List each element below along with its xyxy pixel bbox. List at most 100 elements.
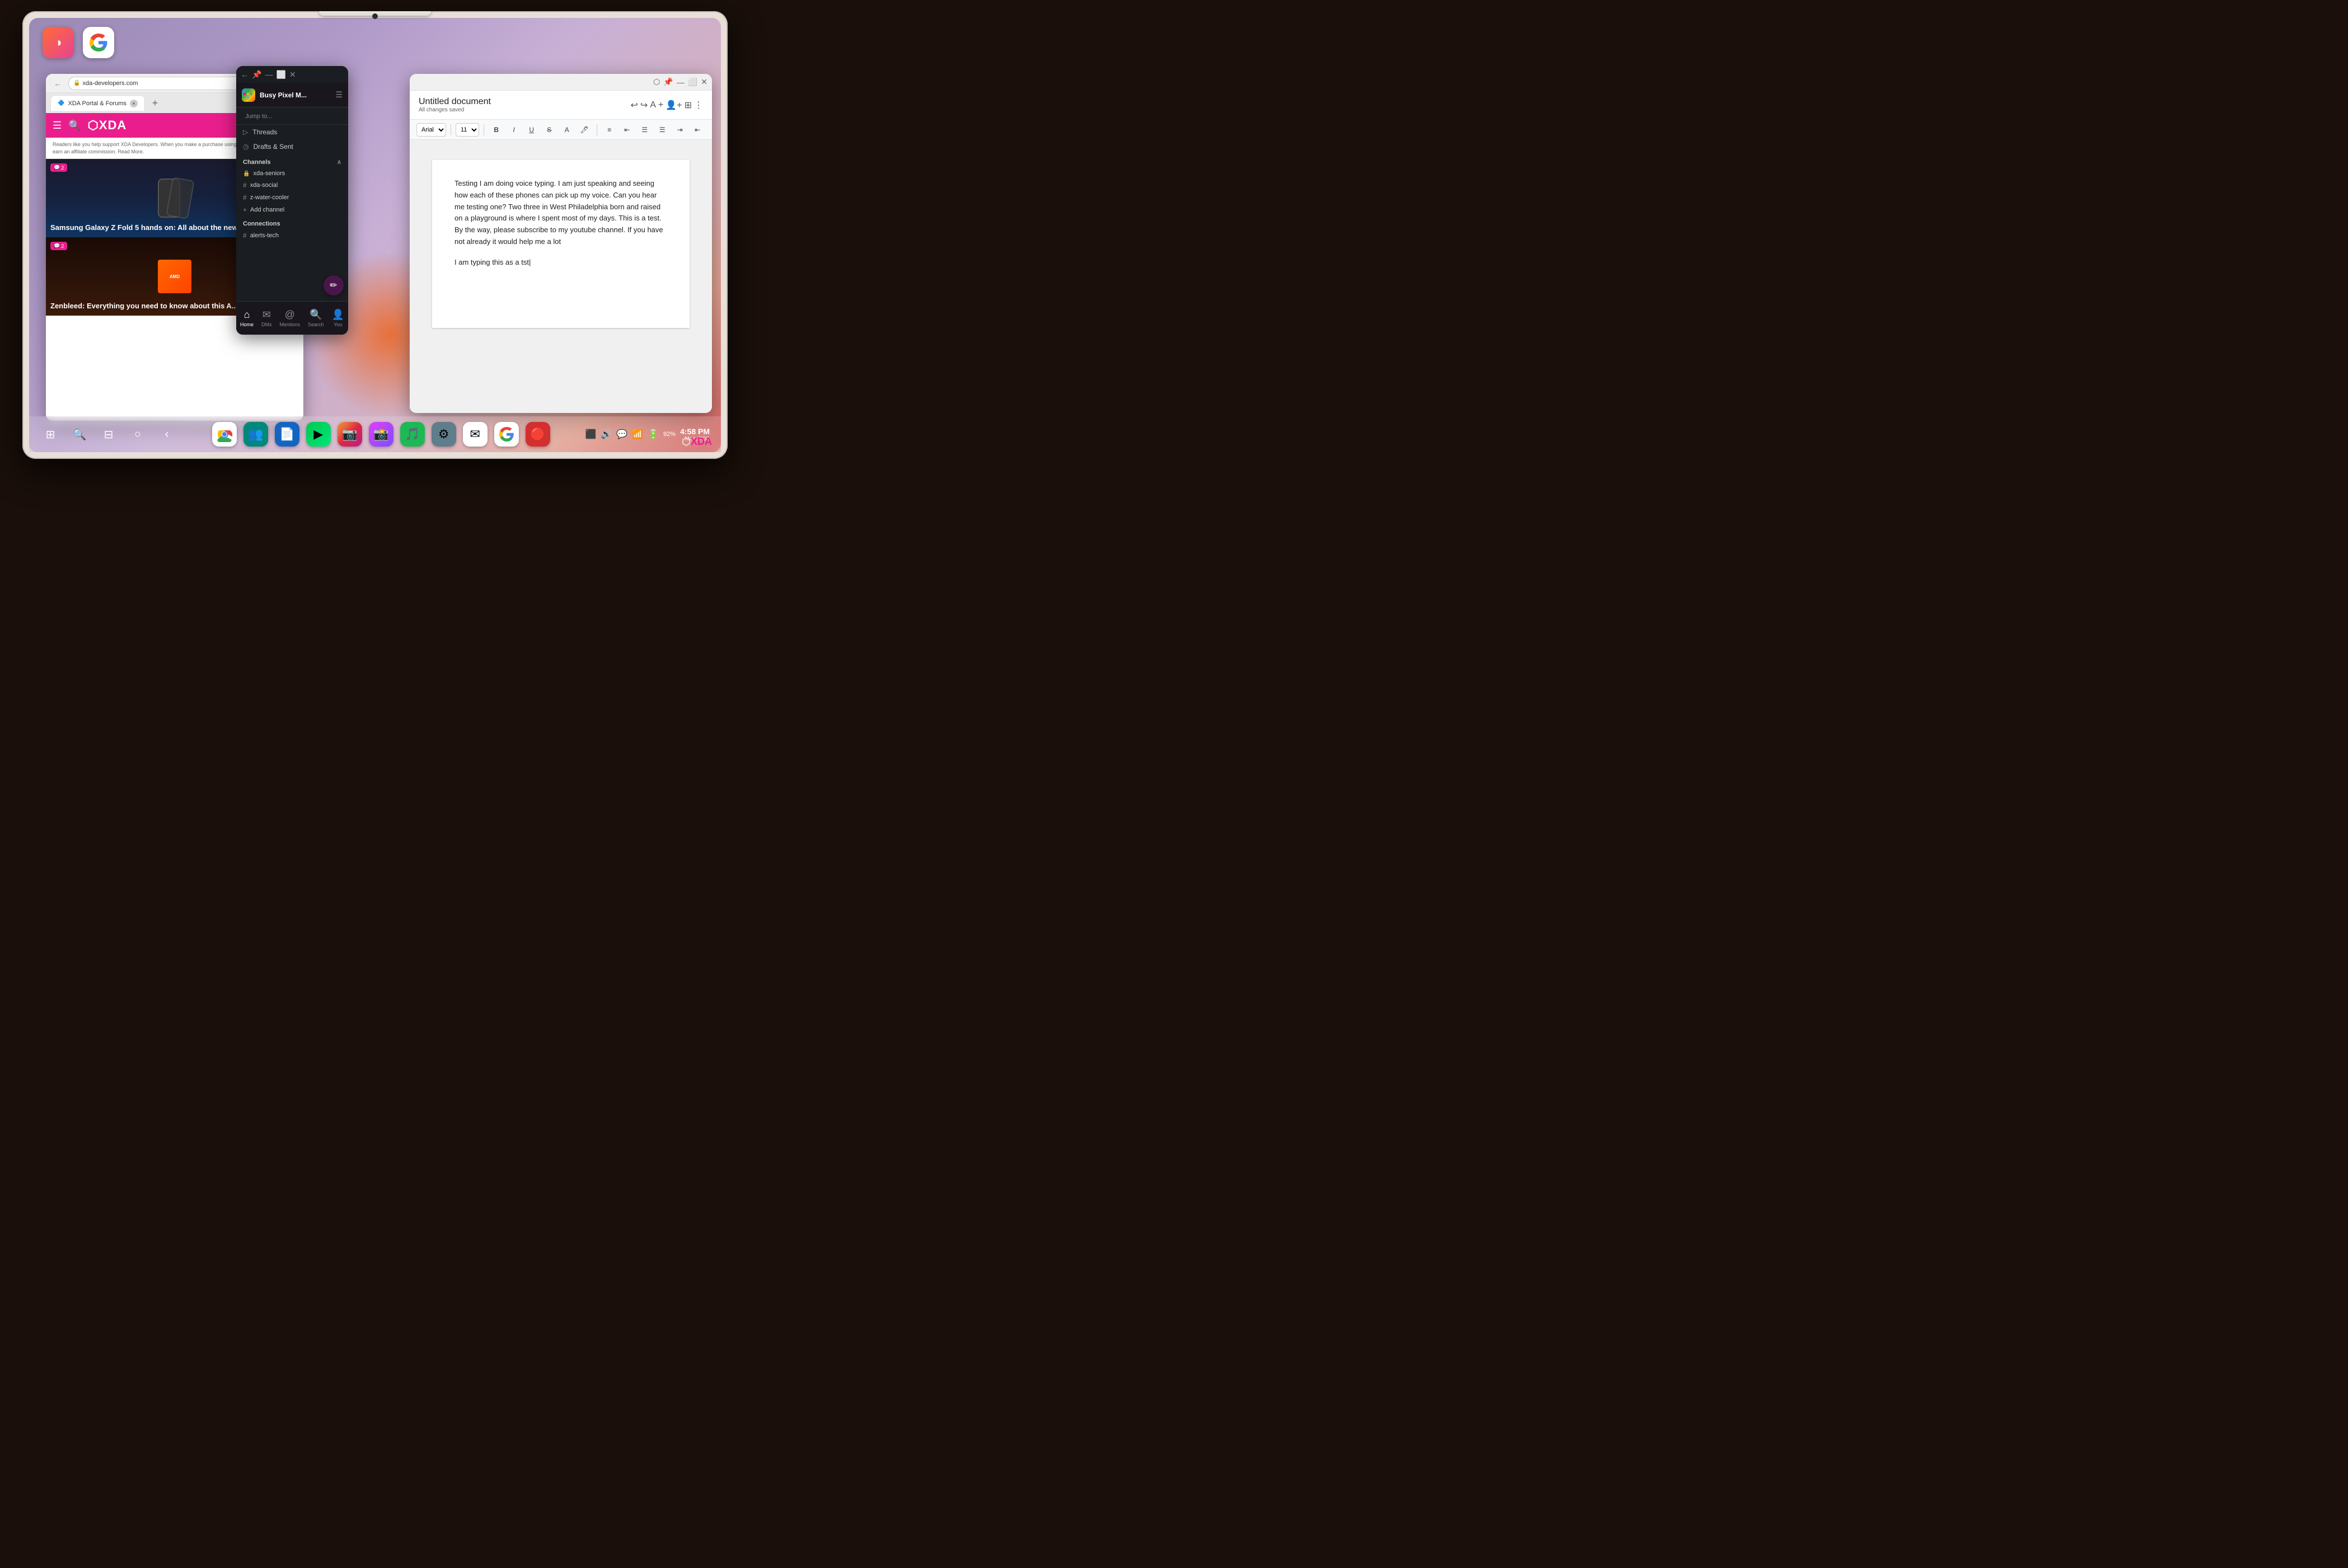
- add-channel-button[interactable]: + Add channel: [236, 204, 348, 216]
- back-icon[interactable]: ←: [241, 70, 249, 79]
- tablet: ◑ ← 🔒 xda-developers.com ⊞: [22, 11, 728, 459]
- slack-home-nav[interactable]: ⌂ Home: [240, 309, 254, 327]
- photo-app-icon[interactable]: 📸: [369, 422, 393, 447]
- indent-more-button[interactable]: ⇥: [672, 122, 688, 138]
- volume-icon[interactable]: 🔊: [601, 429, 612, 440]
- slack-window: ← 📌 — ⬜ ✕ Busy Pixel M... ☰: [236, 66, 348, 335]
- tab-close-button[interactable]: ×: [130, 100, 138, 107]
- gmail-app-icon[interactable]: ✉: [463, 422, 488, 447]
- slack-threads-item[interactable]: ▷ Threads: [236, 125, 348, 139]
- channel-name: xda-social: [250, 182, 278, 189]
- highlight-button[interactable]: 🖊: [577, 122, 592, 138]
- docs-header-actions: ↩ ↪ A + 👤+ ⊞ ⋮: [631, 100, 704, 111]
- browser-back-button[interactable]: ←: [51, 78, 64, 89]
- battery-icon[interactable]: 🔋: [648, 429, 659, 440]
- docs-paragraph-2: I am typing this as a tst: [454, 257, 667, 269]
- pin-icon[interactable]: 📌: [252, 70, 261, 79]
- slack-menu-icon[interactable]: ☰: [335, 90, 343, 100]
- slack-dms-nav[interactable]: ✉ DMs: [261, 309, 272, 327]
- bold-button[interactable]: B: [489, 122, 504, 138]
- slack-titlebar: ← 📌 — ⬜ ✕: [236, 66, 348, 83]
- time-display: 4:58 PM: [680, 427, 710, 436]
- mentions-label: Mentions: [280, 322, 301, 327]
- arc-browser-icon[interactable]: ◑: [43, 27, 74, 58]
- slack-mentions-nav[interactable]: @ Mentions: [280, 309, 301, 327]
- browser-tab-active[interactable]: 🔷 XDA Portal & Forums ×: [50, 95, 145, 111]
- slack-channel-xda-seniors[interactable]: 🔒 xda-seniors: [236, 168, 348, 179]
- strikethrough-button[interactable]: S: [541, 122, 557, 138]
- docs-paragraph-1: Testing I am doing voice typing. I am ju…: [454, 178, 667, 248]
- docs-app-icon[interactable]: 📄: [275, 422, 299, 447]
- new-tab-button[interactable]: +: [147, 95, 163, 111]
- underline-button[interactable]: U: [524, 122, 540, 138]
- font-size-select[interactable]: 11: [456, 123, 479, 137]
- play-app-icon[interactable]: ▶: [306, 422, 331, 447]
- chrome-app-icon[interactable]: [212, 422, 237, 447]
- slack-drafts-item[interactable]: ◷ Drafts & Sent: [236, 139, 348, 154]
- docs-close-icon[interactable]: ✕: [701, 77, 707, 87]
- recents-icon[interactable]: ⊟: [99, 424, 119, 444]
- docs-titlebar: ⬡ 📌 — ⬜ ✕: [410, 74, 712, 91]
- back-icon[interactable]: ‹: [157, 424, 177, 444]
- docs-resize-icon[interactable]: ⬜: [688, 77, 697, 87]
- app-drawer-icon[interactable]: ⊞: [40, 424, 60, 444]
- docs-pin-icon[interactable]: 📌: [663, 77, 673, 87]
- more-icon[interactable]: ⋮: [694, 100, 703, 111]
- instagram-app-icon[interactable]: 📷: [338, 422, 362, 447]
- layout-icon[interactable]: ⊞: [685, 100, 692, 111]
- text-color-button[interactable]: A: [559, 122, 575, 138]
- redo-icon[interactable]: ↪: [640, 100, 648, 111]
- taskbar-left-controls: ⊞ 🔍 ⊟ ○ ‹: [40, 424, 177, 444]
- hamburger-icon[interactable]: ☰: [53, 120, 62, 132]
- docs-window: ⬡ 📌 — ⬜ ✕ Untitled document All changes …: [410, 74, 712, 413]
- numbered-list-button[interactable]: ☰: [654, 122, 670, 138]
- slack-bottom-nav: ⌂ Home ✉ DMs @ Mentions 🔍 Search 👤 Y: [236, 301, 348, 335]
- align-button[interactable]: ≡: [602, 122, 617, 138]
- compose-button[interactable]: ✏: [324, 275, 344, 295]
- red-app-icon[interactable]: 🔴: [526, 422, 550, 447]
- slack-connection-alerts[interactable]: # alerts-tech: [236, 229, 348, 242]
- slack-channel-xda-social[interactable]: # xda-social: [236, 179, 348, 191]
- settings-app-icon[interactable]: ⚙: [432, 422, 456, 447]
- channels-collapse-icon[interactable]: ∧: [337, 158, 341, 166]
- screen-record-icon[interactable]: ⬛: [585, 429, 596, 440]
- screen: ◑ ← 🔒 xda-developers.com ⊞: [29, 18, 721, 452]
- search-taskbar-icon[interactable]: 🔍: [69, 424, 90, 444]
- slack-you-nav[interactable]: 👤 You: [332, 309, 344, 327]
- close-icon[interactable]: ✕: [289, 70, 296, 79]
- slack-workspace-title: Busy Pixel M...: [260, 91, 331, 99]
- dms-icon: ✉: [263, 309, 271, 321]
- font-size-icon[interactable]: A: [650, 100, 656, 110]
- indent-less-button[interactable]: ⇤: [619, 122, 635, 138]
- slack-channel-z-water-cooler[interactable]: # z-water-cooler: [236, 191, 348, 204]
- slack-jump-to[interactable]: Jump to...: [241, 111, 276, 122]
- add-icon[interactable]: +: [658, 100, 663, 110]
- share-icon[interactable]: 👤+: [665, 100, 682, 111]
- channel-name: z-water-cooler: [250, 194, 289, 201]
- spotify-app-icon[interactable]: 🎵: [400, 422, 425, 447]
- docs-minimize-icon[interactable]: —: [677, 78, 685, 87]
- google-app-icon[interactable]: [494, 422, 519, 447]
- resize-icon[interactable]: ⬜: [276, 70, 285, 79]
- minimize-icon[interactable]: —: [265, 70, 273, 79]
- slack-search-nav[interactable]: 🔍 Search: [308, 309, 324, 327]
- undo-icon[interactable]: ↩: [631, 100, 638, 111]
- wifi-icon[interactable]: 📶: [632, 429, 643, 440]
- search-nav-icon[interactable]: 🔍: [68, 120, 81, 132]
- chat-bubbles-icon[interactable]: 💬: [616, 429, 627, 440]
- drafts-label: Drafts & Sent: [253, 143, 293, 151]
- meet-app-icon[interactable]: 👥: [243, 422, 268, 447]
- docs-content-area[interactable]: Testing I am doing voice typing. I am ju…: [432, 160, 690, 328]
- home-icon[interactable]: ○: [128, 424, 148, 444]
- hash-icon: #: [243, 181, 247, 189]
- outdent-button[interactable]: ⇤: [690, 122, 705, 138]
- docs-copy-icon[interactable]: ⬡: [653, 77, 660, 87]
- docs-title-area: Untitled document All changes saved: [419, 97, 624, 113]
- google-icon[interactable]: [83, 27, 114, 58]
- lock-icon: 🔒: [243, 171, 250, 177]
- italic-button[interactable]: I: [506, 122, 522, 138]
- hash-icon: #: [243, 232, 247, 240]
- bullet-list-button[interactable]: ☰: [637, 122, 653, 138]
- font-family-select[interactable]: Arial: [416, 123, 446, 137]
- docs-header: Untitled document All changes saved ↩ ↪ …: [410, 91, 712, 120]
